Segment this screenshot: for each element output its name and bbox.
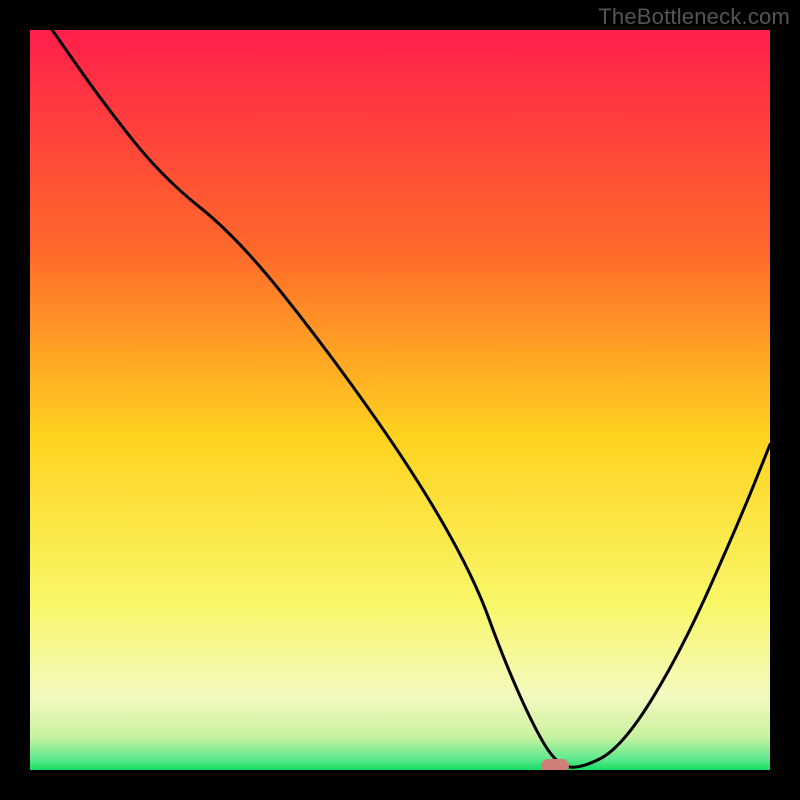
bottleneck-curve [52, 30, 770, 767]
plot-area [30, 30, 770, 770]
chart-frame: TheBottleneck.com [0, 0, 800, 800]
optimal-point-marker [541, 759, 569, 770]
curve-layer [30, 30, 770, 770]
watermark-text: TheBottleneck.com [598, 4, 790, 30]
